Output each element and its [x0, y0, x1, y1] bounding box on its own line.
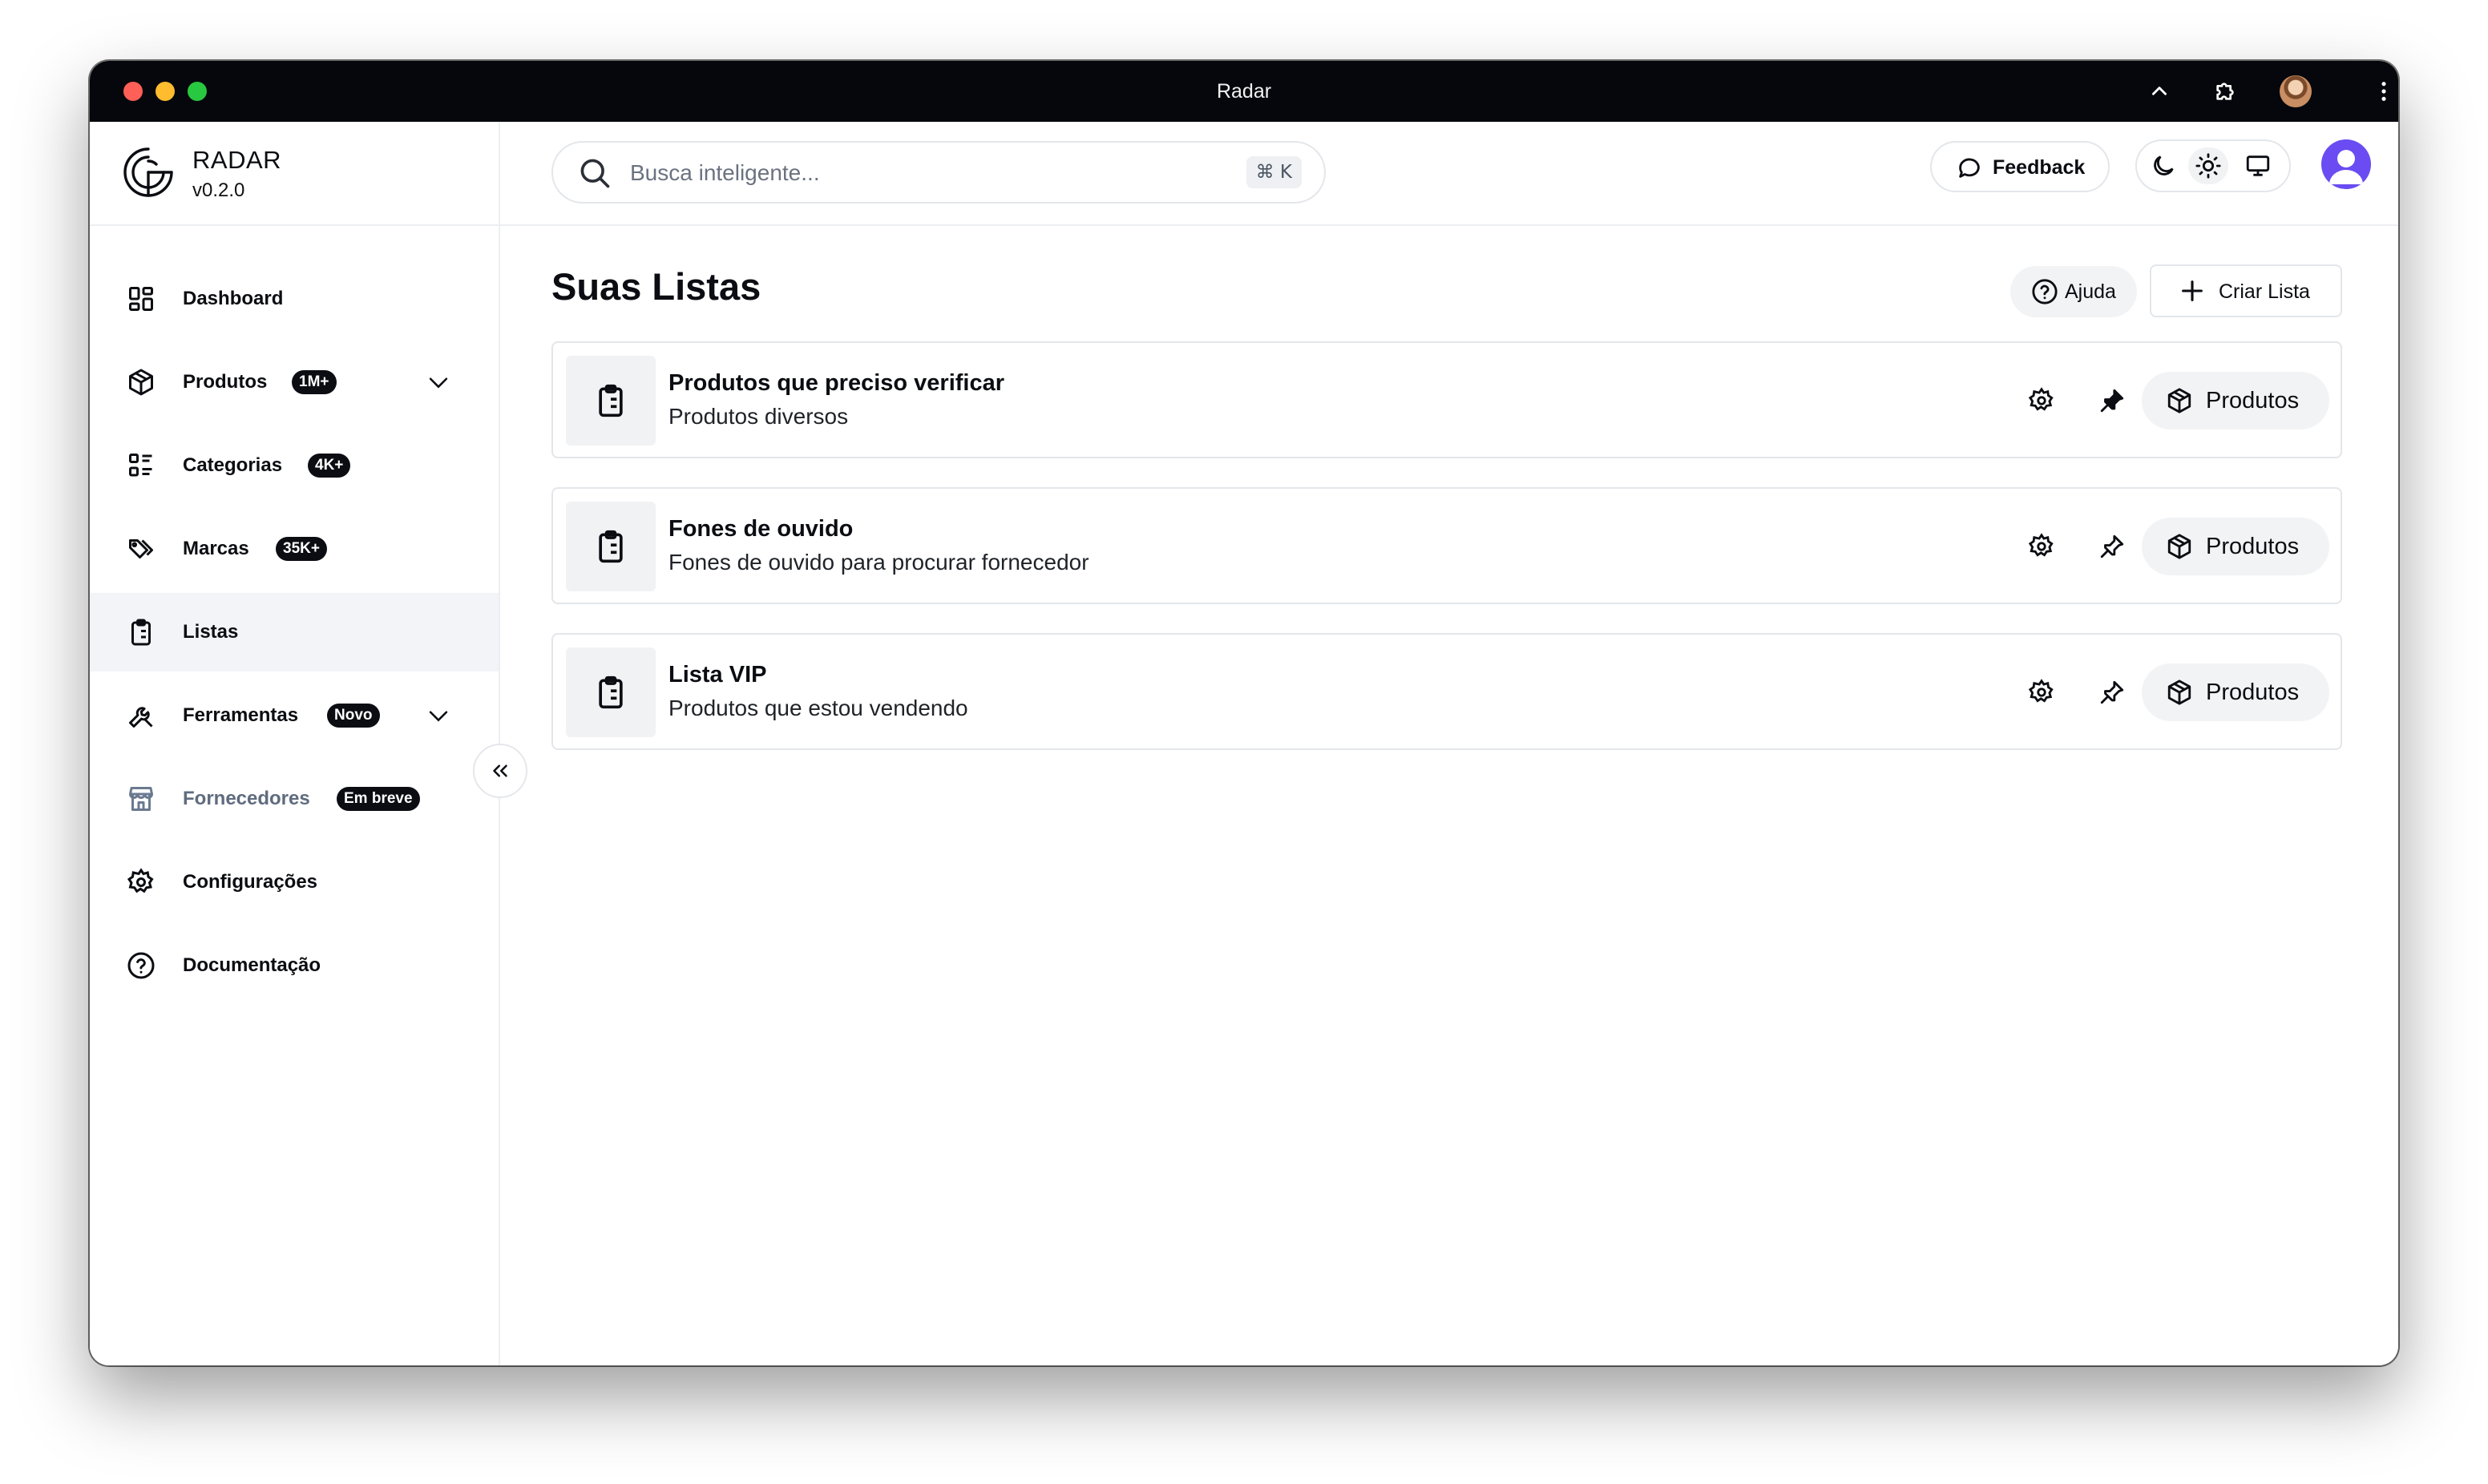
sidebar-item-label: Categorias — [183, 454, 283, 476]
sidebar-item-marcas[interactable]: Marcas 35K+ — [90, 510, 499, 588]
categories-icon — [129, 454, 152, 477]
package-icon — [2167, 679, 2191, 705]
page-title: Suas Listas — [551, 265, 761, 308]
message-feedback-icon — [1959, 158, 1980, 178]
create-list-button[interactable]: Criar Lista — [2150, 264, 2342, 317]
search-icon — [580, 159, 610, 188]
user-icon — [2329, 150, 2363, 184]
keyboard-shortcut-hint: ⌘ K — [1246, 156, 1302, 188]
sidebar-item-produtos[interactable]: Produtos 1M+ — [90, 343, 499, 421]
sun-icon[interactable] — [2195, 152, 2222, 179]
extensions-icon[interactable] — [2209, 75, 2241, 107]
list-card[interactable]: Produtos que preciso verificar Produtos … — [551, 341, 2342, 458]
package-icon — [2167, 534, 2191, 559]
list-title: Produtos que preciso verificar — [668, 370, 1005, 396]
search-placeholder: Busca inteligente... — [630, 160, 820, 185]
tags-icon — [129, 539, 153, 559]
feedback-button[interactable]: Feedback — [1930, 141, 2110, 192]
sidebar-item-label: Produtos — [183, 371, 268, 393]
search-input[interactable]: Busca inteligente... ⌘ K — [551, 141, 1326, 204]
sidebar: RADAR v0.2.0 Dashboard Produtos 1M+ Cate… — [90, 122, 500, 1365]
store-icon — [129, 787, 153, 811]
list-title: Fones de ouvido — [668, 516, 854, 542]
list-products-label: Produtos — [2206, 388, 2300, 413]
sidebar-item-label: Fornecedores — [183, 788, 310, 809]
list-title: Lista VIP — [668, 662, 767, 688]
help-button[interactable]: Ajuda — [2010, 266, 2137, 317]
count-badge: 35K+ — [276, 537, 327, 561]
sidebar-item-ferramentas[interactable]: Ferramentas Novo — [90, 676, 499, 755]
settings-gear-icon[interactable] — [2028, 679, 2055, 706]
chevron-down-icon[interactable] — [425, 369, 452, 396]
settings-gear-icon[interactable] — [2028, 533, 2055, 560]
sidebar-item-label: Configurações — [183, 871, 318, 893]
help-label: Ajuda — [2065, 280, 2116, 303]
brand-name: RADAR — [192, 146, 282, 174]
package-icon — [129, 369, 153, 396]
sidebar-item-dashboard[interactable]: Dashboard — [90, 260, 499, 338]
list-card[interactable]: Fones de ouvido Fones de ouvido para pro… — [551, 487, 2342, 604]
list-card[interactable]: Lista VIP Produtos que estou vendendo Pr… — [551, 633, 2342, 750]
app-window: Radar RADAR v0.2.0 Dashboard Produtos 1M… — [90, 61, 2398, 1365]
list-thumbnail — [566, 502, 656, 591]
clipboard-list-icon — [599, 675, 623, 709]
settings-gear-icon[interactable] — [2028, 387, 2055, 414]
radar-logo-icon — [123, 147, 173, 197]
sidebar-item-listas[interactable]: Listas — [90, 593, 499, 671]
feedback-label: Feedback — [1993, 156, 2086, 179]
sidebar-item-label: Marcas — [183, 538, 249, 559]
help-circle-icon — [2032, 279, 2058, 304]
sidebar-item-fornecedores[interactable]: Fornecedores Em breve — [90, 760, 499, 838]
chevron-down-icon[interactable] — [425, 702, 452, 729]
list-products-label: Produtos — [2206, 679, 2300, 705]
list-products-button[interactable]: Produtos — [2142, 663, 2329, 721]
moon-icon[interactable] — [2150, 152, 2177, 179]
pin-icon[interactable] — [2098, 679, 2126, 706]
title-bar: Radar — [90, 61, 2398, 122]
list-thumbnail — [566, 647, 656, 737]
list-description: Produtos que estou vendendo — [668, 696, 968, 720]
chevrons-left-icon — [493, 764, 507, 777]
sidebar-item-label: Listas — [183, 621, 239, 643]
help-circle-icon — [127, 952, 155, 979]
list-products-label: Produtos — [2206, 534, 2300, 559]
sidebar-item-configuracoes[interactable]: Configurações — [90, 843, 499, 921]
sidebar-item-label: Dashboard — [183, 288, 284, 309]
sidebar-item-label: Documentação — [183, 954, 321, 976]
list-products-button[interactable]: Produtos — [2142, 518, 2329, 575]
clipboard-list-icon — [599, 384, 623, 417]
pin-icon[interactable] — [2098, 533, 2126, 560]
wrench-icon — [129, 707, 153, 728]
pin-filled-icon[interactable] — [2098, 387, 2126, 414]
theme-switcher — [2135, 139, 2291, 192]
create-list-label: Criar Lista — [2219, 280, 2310, 303]
list-thumbnail — [566, 356, 656, 446]
monitor-icon[interactable] — [2244, 152, 2272, 179]
more-options-icon[interactable] — [2368, 75, 2398, 107]
list-description: Fones de ouvido para procurar fornecedor — [668, 550, 1089, 575]
count-badge: 1M+ — [292, 370, 337, 394]
collapse-sidebar-button[interactable] — [473, 744, 527, 798]
dashboard-icon — [129, 287, 153, 311]
sidebar-item-categorias[interactable]: Categorias 4K+ — [90, 426, 499, 505]
window-title: Radar — [1216, 80, 1272, 103]
list-products-button[interactable]: Produtos — [2142, 372, 2329, 429]
chevron-up-icon[interactable] — [2143, 75, 2175, 107]
brand[interactable]: RADAR v0.2.0 — [90, 122, 499, 226]
browser-profile-avatar[interactable] — [2280, 75, 2312, 107]
top-header: Busca inteligente... ⌘ K Feedback — [500, 122, 2398, 226]
clipboard-list-icon — [599, 530, 623, 563]
list-description: Produtos diversos — [668, 404, 849, 429]
package-icon — [2167, 388, 2191, 413]
brand-version: v0.2.0 — [192, 179, 245, 201]
user-avatar[interactable] — [2321, 139, 2371, 189]
clipboard-list-icon — [131, 619, 151, 646]
plus-icon — [2182, 280, 2203, 301]
sidebar-item-documentacao[interactable]: Documentação — [90, 926, 499, 1005]
coming-soon-badge: Em breve — [337, 787, 420, 811]
settings-gear-icon — [127, 868, 154, 893]
count-badge: 4K+ — [308, 454, 351, 478]
sidebar-item-label: Ferramentas — [183, 704, 299, 726]
new-badge: Novo — [327, 704, 380, 728]
